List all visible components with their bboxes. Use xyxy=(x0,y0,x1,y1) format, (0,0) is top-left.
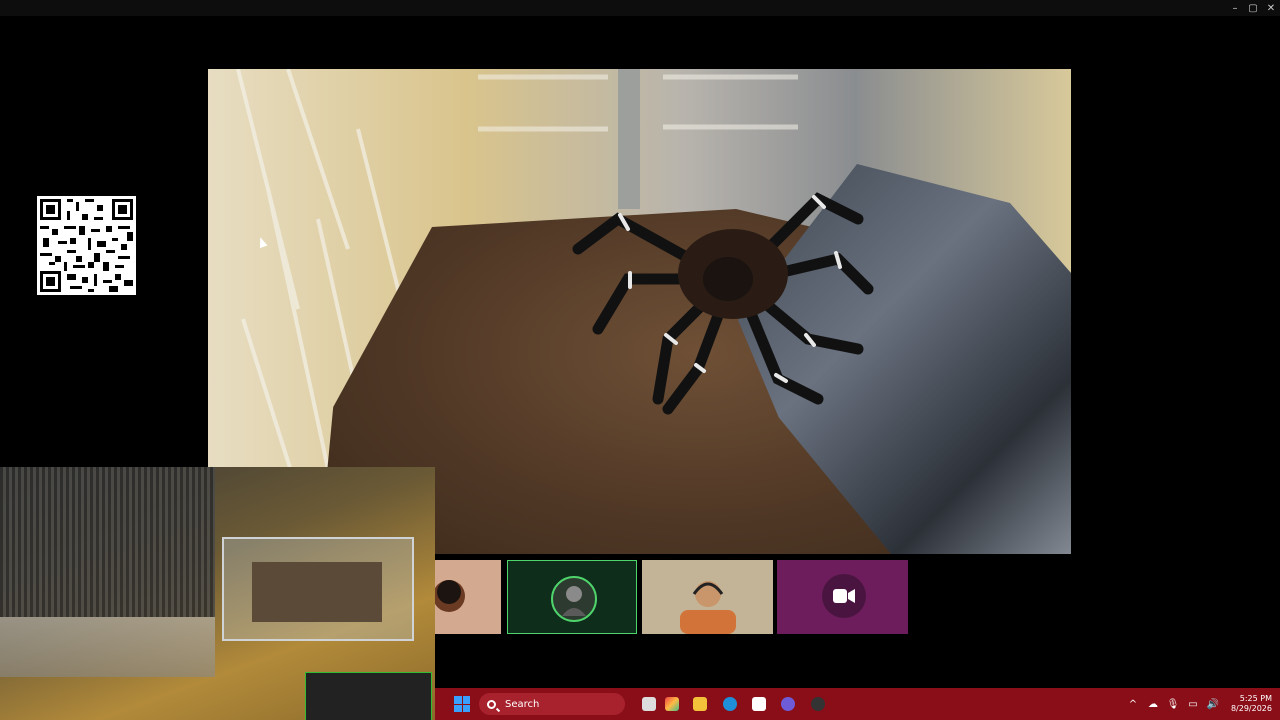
task-view-icon[interactable] xyxy=(642,697,656,711)
maximize-button[interactable]: ▢ xyxy=(1244,0,1262,16)
minimize-button[interactable]: – xyxy=(1226,0,1244,16)
tarantula xyxy=(572,192,874,415)
taskbar-clock[interactable]: 5:25 PM 8/29/2026 xyxy=(1231,694,1272,714)
chat-app-icon[interactable] xyxy=(781,697,795,711)
clock-date: 8/29/2026 xyxy=(1230,704,1272,713)
taskbar: Search ^ ☁ 🎙 ▭ 🔊 5:25 PM 8/29/2026 xyxy=(435,688,1280,720)
search-icon xyxy=(487,699,496,709)
video-camera-icon xyxy=(822,574,866,618)
rgb-keyboard xyxy=(305,672,432,720)
search-label: Search xyxy=(505,698,540,710)
window-title-bar: – ▢ ✕ xyxy=(0,0,1280,16)
windows-start-icon[interactable] xyxy=(454,696,470,712)
taskbar-search-box[interactable]: Search xyxy=(479,693,625,715)
enclosure-substrate xyxy=(252,562,382,622)
participant-tile-1[interactable] xyxy=(435,560,501,634)
clock-time: 5:25 PM xyxy=(1239,694,1272,703)
mesh-cage xyxy=(0,467,215,617)
volume-icon[interactable]: 🔊 xyxy=(1203,699,1223,710)
pip-camera-feed[interactable] xyxy=(0,467,435,720)
participant-person xyxy=(680,581,736,634)
qr-code-graphic xyxy=(37,196,136,295)
shelf xyxy=(0,617,215,677)
participant-tile-3[interactable] xyxy=(642,560,773,634)
edge-browser-icon[interactable] xyxy=(723,697,737,711)
participant-tile-4[interactable] xyxy=(777,560,908,634)
participant-face xyxy=(435,580,465,612)
file-explorer-icon[interactable] xyxy=(693,697,707,711)
obs-icon[interactable] xyxy=(811,697,825,711)
close-button[interactable]: ✕ xyxy=(1262,0,1280,16)
copilot-icon[interactable] xyxy=(665,697,679,711)
tray-overflow-icon[interactable]: ^ xyxy=(1123,699,1143,710)
microphone-icon[interactable]: 🎙 xyxy=(1163,699,1183,710)
store-icon[interactable] xyxy=(752,697,766,711)
display-icon[interactable]: ▭ xyxy=(1183,699,1203,710)
participant-tile-2[interactable] xyxy=(507,560,637,634)
qr-code xyxy=(37,196,136,295)
system-tray: ^ ☁ 🎙 ▭ 🔊 5:25 PM 8/29/2026 xyxy=(1123,688,1280,720)
avatar-icon xyxy=(551,576,597,622)
cloud-icon[interactable]: ☁ xyxy=(1143,699,1163,710)
window-controls: – ▢ ✕ xyxy=(1226,0,1280,16)
